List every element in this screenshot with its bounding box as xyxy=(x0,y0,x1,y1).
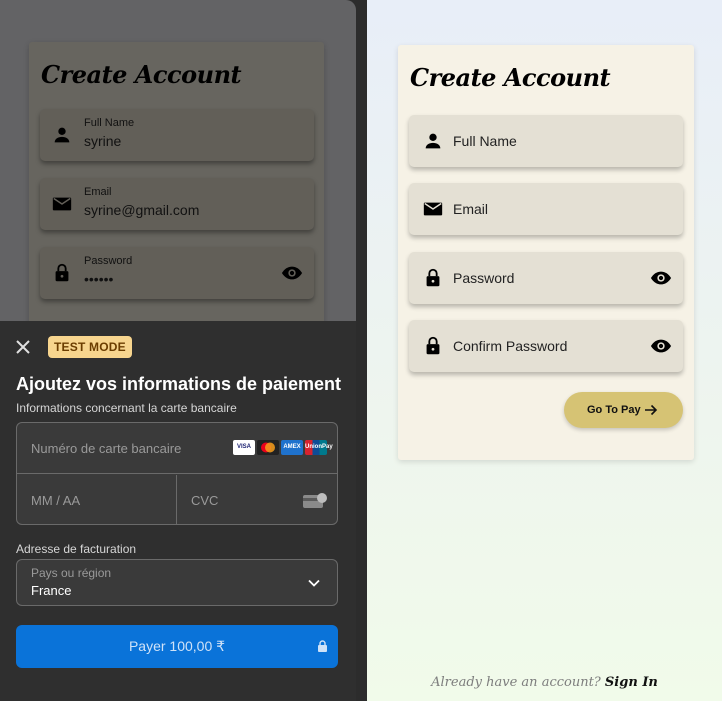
go-to-pay-button[interactable]: Go To Pay xyxy=(564,392,683,428)
country-value: France xyxy=(31,583,72,598)
password-field[interactable]: Password •••••• xyxy=(40,247,314,299)
card-number-input[interactable]: Numéro de carte bancaire VISA AMEX Union… xyxy=(17,423,337,474)
pay-button[interactable]: Payer 100,00 ₹ xyxy=(16,625,338,668)
full-name-field[interactable]: Full Name xyxy=(409,115,683,167)
person-icon xyxy=(54,127,70,143)
right-screen: Create Account Full Name Email Password … xyxy=(367,0,722,701)
page-title: Create Account xyxy=(41,60,242,89)
lock-icon xyxy=(426,336,440,355)
go-to-pay-label: Go To Pay xyxy=(587,404,641,416)
card-brands: VISA AMEX UnionPay xyxy=(233,440,333,455)
eye-icon[interactable] xyxy=(650,267,672,289)
create-account-card: Create Account Full Name Email Password … xyxy=(398,45,694,460)
sign-in-link[interactable]: Sign In xyxy=(605,675,658,690)
expiry-input[interactable]: MM / AA xyxy=(17,475,177,524)
email-field[interactable]: Email xyxy=(409,183,683,235)
billing-address-label: Adresse de facturation xyxy=(16,542,137,556)
field-label: Confirm Password xyxy=(453,338,568,354)
eye-icon[interactable] xyxy=(281,262,303,284)
left-screen: Create Account Full Name syrine Email sy… xyxy=(0,0,356,701)
cvc-card-icon xyxy=(303,493,327,508)
field-label: Full Name xyxy=(453,133,517,149)
sign-in-prompt: Already have an account? Sign In xyxy=(367,675,722,690)
visa-icon: VISA xyxy=(233,440,255,455)
field-label: Email xyxy=(453,201,489,217)
field-label: Email xyxy=(84,186,112,198)
pay-button-label: Payer 100,00 ₹ xyxy=(128,638,226,654)
card-number-placeholder: Numéro de carte bancaire xyxy=(31,441,182,456)
password-field[interactable]: Password xyxy=(409,252,683,304)
mail-icon xyxy=(423,202,443,216)
eye-icon[interactable] xyxy=(650,335,672,357)
test-mode-badge: TEST MODE xyxy=(48,336,132,358)
sheet-title: Ajoutez vos informations de paiement xyxy=(16,374,342,394)
amex-icon: AMEX xyxy=(281,440,303,455)
field-label: Full Name xyxy=(84,117,135,129)
field-value: syrine xyxy=(84,133,122,149)
mastercard-icon xyxy=(257,440,279,455)
cvc-placeholder: CVC xyxy=(191,493,219,508)
chevron-down-icon xyxy=(308,579,320,587)
card-input-group: Numéro de carte bancaire VISA AMEX Union… xyxy=(16,422,338,525)
expiry-placeholder: MM / AA xyxy=(31,493,81,508)
card-info-label: Informations concernant la carte bancair… xyxy=(16,401,237,415)
full-name-field[interactable]: Full Name syrine xyxy=(40,109,314,161)
create-account-card: Create Account Full Name syrine Email sy… xyxy=(29,42,324,342)
person-icon xyxy=(425,133,441,149)
payment-sheet: TEST MODE Ajoutez vos informations de pa… xyxy=(0,321,356,701)
cvc-input[interactable]: CVC xyxy=(177,475,337,524)
country-placeholder: Pays ou région xyxy=(31,566,112,580)
close-icon[interactable] xyxy=(15,339,31,355)
already-have-account-text: Already have an account? xyxy=(431,675,601,690)
lock-icon xyxy=(55,263,69,282)
screenshot-root: Create Account Full Name syrine Email sy… xyxy=(0,0,722,701)
lock-icon xyxy=(426,268,440,287)
email-field[interactable]: Email syrine@gmail.com xyxy=(40,178,314,230)
field-label: Password xyxy=(453,270,515,286)
unionpay-icon: UnionPay xyxy=(305,440,333,455)
lock-icon xyxy=(318,640,327,652)
field-value: syrine@gmail.com xyxy=(84,202,200,218)
country-select[interactable]: Pays ou région France xyxy=(16,559,338,606)
field-label: Password xyxy=(84,255,133,267)
field-value: •••••• xyxy=(84,271,114,287)
confirm-password-field[interactable]: Confirm Password xyxy=(409,320,683,372)
arrow-right-icon xyxy=(645,404,658,416)
page-title: Create Account xyxy=(410,63,611,92)
mail-icon xyxy=(52,197,72,211)
